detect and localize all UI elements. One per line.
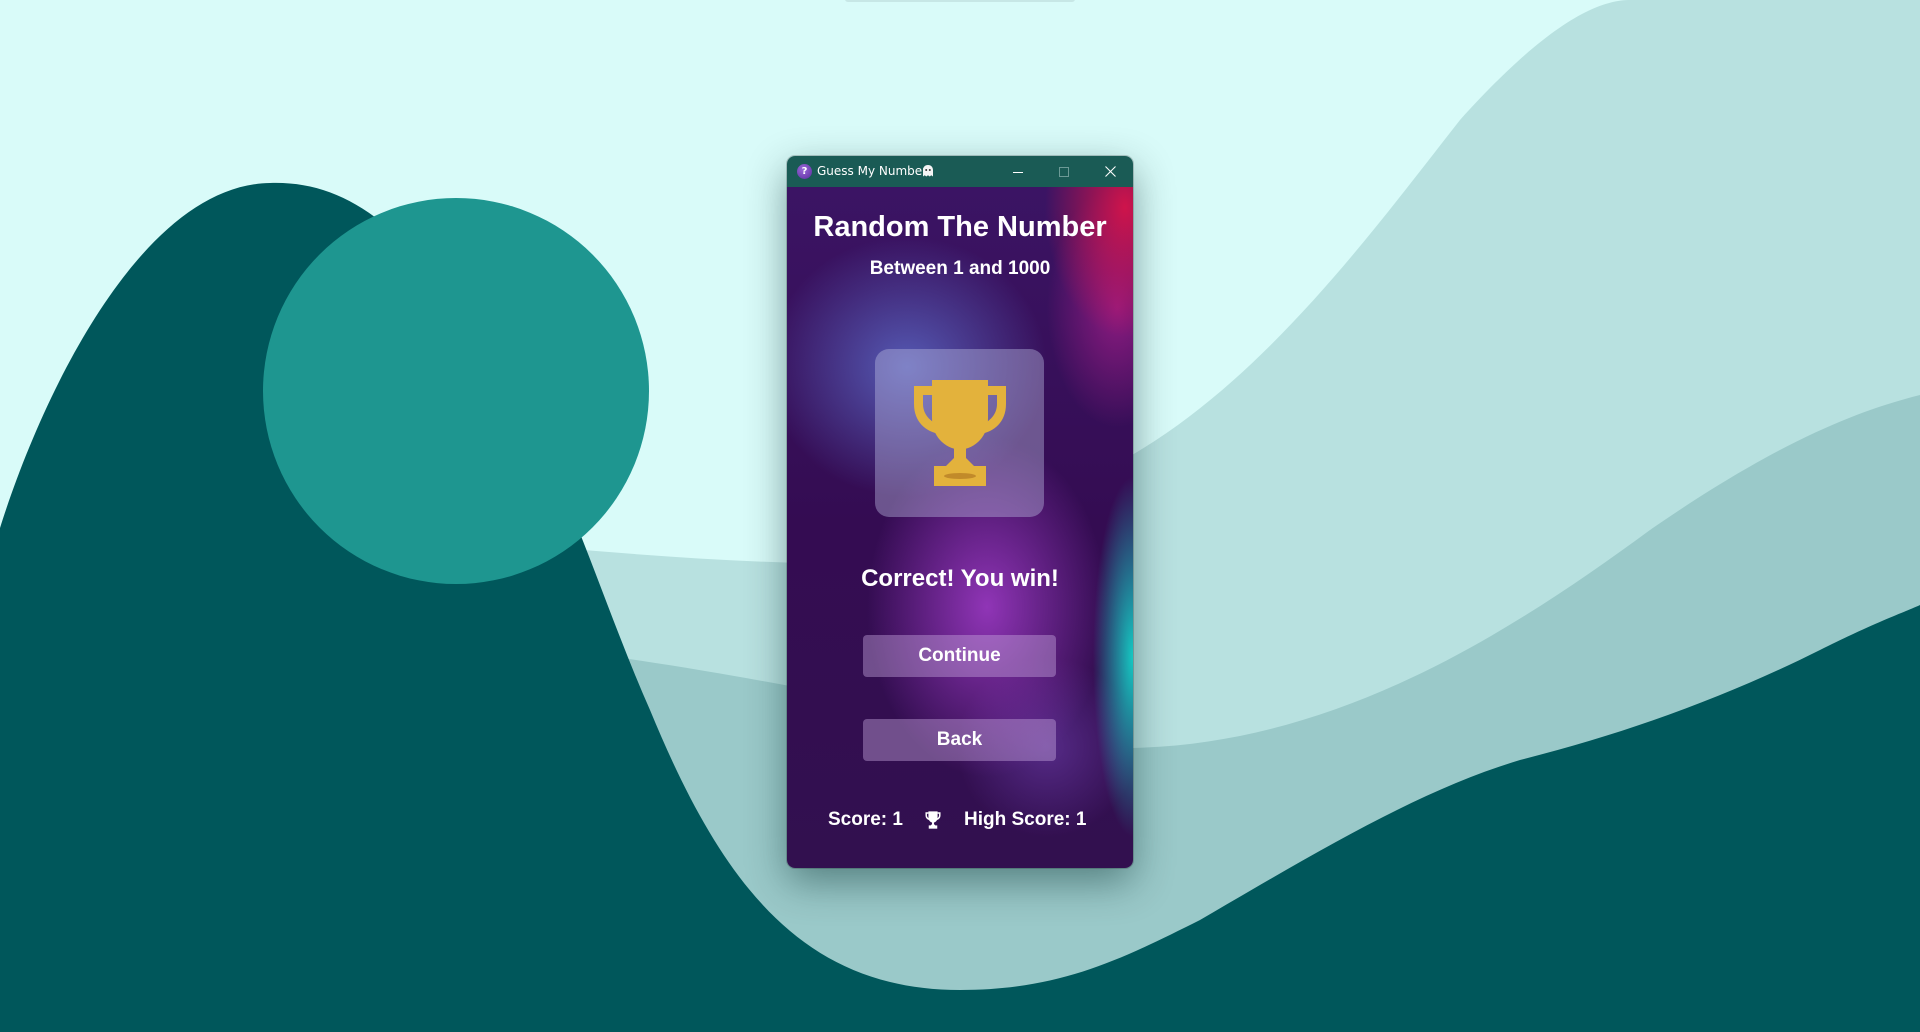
- desktop: ? Guess My Number Random The Number Betw…: [0, 0, 1920, 1032]
- trophy-icon: [913, 380, 1006, 486]
- score-text: Score: 1: [828, 809, 903, 830]
- score-bar: Score: 1 High Score: 1: [787, 808, 1133, 832]
- ghost-emoji-icon: [923, 165, 933, 177]
- result-message: Correct! You win!: [861, 565, 1059, 592]
- title-bar[interactable]: ? Guess My Number: [787, 156, 1133, 187]
- minimize-icon: [1013, 171, 1023, 173]
- game-heading: Random The Number: [813, 211, 1107, 243]
- close-icon: [1104, 166, 1116, 177]
- game-content: Random The Number Between 1 and 1000 Cor…: [787, 187, 1133, 868]
- continue-button[interactable]: Continue: [863, 635, 1056, 677]
- result-icon-box: [875, 349, 1044, 517]
- maximize-button[interactable]: [1041, 156, 1087, 187]
- back-button[interactable]: Back: [863, 719, 1056, 761]
- trophy-icon: [925, 811, 941, 829]
- app-question-icon: ?: [797, 164, 812, 179]
- window-title: Guess My Number: [817, 164, 928, 178]
- close-button[interactable]: [1087, 156, 1133, 187]
- maximize-icon: [1059, 166, 1069, 177]
- minimize-button[interactable]: [995, 156, 1041, 187]
- game-window: ? Guess My Number Random The Number Betw…: [787, 156, 1133, 868]
- high-score-text: High Score: 1: [964, 809, 1087, 830]
- number-range-text: Between 1 and 1000: [869, 258, 1051, 279]
